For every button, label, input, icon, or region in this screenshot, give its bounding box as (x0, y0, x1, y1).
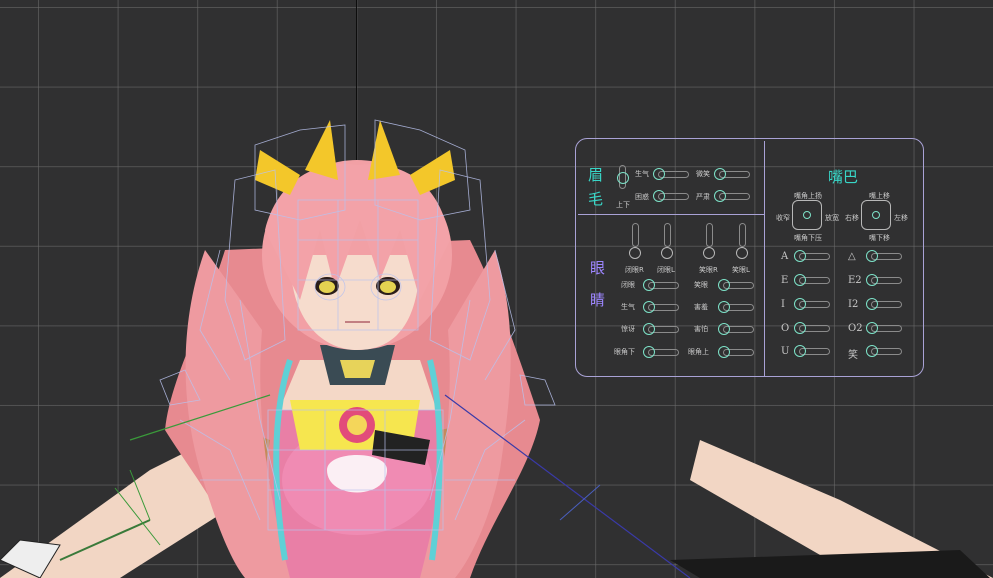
brow-knob-3[interactable] (714, 190, 726, 202)
brow-knob-0[interactable] (653, 168, 665, 180)
mouth-left-label-0: A (781, 251, 789, 262)
mouth-left-knob-2[interactable] (794, 298, 806, 310)
eye-vslider-2[interactable] (706, 223, 713, 247)
mouth-left-knob-4[interactable] (794, 345, 806, 357)
mouth-pad1-left: 收窄 (776, 214, 790, 222)
mouth-right-knob-4[interactable] (866, 345, 878, 357)
eye-left-knob-0[interactable] (643, 279, 655, 291)
mouth-left-label-3: O (781, 323, 790, 334)
mouth-pad2-left: 右移 (845, 214, 859, 222)
eye-vlabel-0: 闭眼R (625, 266, 644, 274)
mouth-right-knob-1[interactable] (866, 274, 878, 286)
eye-vslider-3[interactable] (739, 223, 746, 247)
mouth-right-knob-0[interactable] (866, 250, 878, 262)
brow-knob-2[interactable] (714, 168, 726, 180)
eye-vlabel-2: 笑眼R (699, 266, 718, 274)
brow-updown-knob[interactable] (617, 172, 629, 184)
mouth-title: 嘴巴 (828, 168, 859, 186)
mouth-right-knob-3[interactable] (866, 322, 878, 334)
mouth-pad2-right: 左移 (894, 214, 908, 222)
eye-title-2: 睛 (590, 291, 606, 309)
eye-vlabel-1: 闭眼L (657, 266, 675, 274)
eye-left-label-0: 闭眼 (621, 281, 635, 289)
eye-vslider-0[interactable] (632, 223, 639, 247)
eye-right-label-1: 害羞 (694, 303, 708, 311)
eye-vknob-0[interactable] (629, 247, 641, 259)
eye-vslider-1[interactable] (664, 223, 671, 247)
mouth-left-knob-3[interactable] (794, 322, 806, 334)
mouth-pad1-knob[interactable] (803, 211, 811, 219)
eye-right-label-0: 笑眼 (694, 281, 708, 289)
mouth-left-knob-1[interactable] (794, 274, 806, 286)
eye-right-label-2: 害怕 (694, 325, 708, 333)
mouth-left-label-2: I (781, 299, 785, 310)
eye-right-knob-0[interactable] (718, 279, 730, 291)
3d-viewport[interactable]: 眉 毛 上下 生气 困惑 微笑 严肃 眼 睛 闭眼R 闭眼L 笑眼R 笑眼L 闭… (0, 0, 993, 578)
mouth-left-label-1: E (781, 275, 789, 286)
eye-right-label-3: 眼角上 (688, 348, 709, 356)
mouth-pad2-bottom: 嘴下移 (869, 234, 890, 242)
mouth-right-label-3: O2 (848, 323, 863, 334)
mouth-pad1-bottom: 嘴角下压 (794, 234, 822, 242)
eye-left-label-2: 惊讶 (621, 325, 635, 333)
eye-vlabel-3: 笑眼L (732, 266, 750, 274)
eye-right-knob-1[interactable] (718, 301, 730, 313)
brow-label-2: 微笑 (696, 170, 710, 178)
mouth-pad2-knob[interactable] (872, 211, 880, 219)
eye-vknob-1[interactable] (661, 247, 673, 259)
mouth-left-label-4: U (781, 346, 790, 357)
eye-right-knob-3[interactable] (718, 346, 730, 358)
facial-rig-control-panel: 眉 毛 上下 生气 困惑 微笑 严肃 眼 睛 闭眼R 闭眼L 笑眼R 笑眼L 闭… (575, 138, 924, 377)
mouth-pad1-right: 放宽 (825, 214, 839, 222)
eye-left-knob-2[interactable] (643, 323, 655, 335)
mouth-right-label-4: 笑 (848, 350, 858, 361)
eye-left-knob-3[interactable] (643, 346, 655, 358)
mouth-right-label-0: △ (848, 251, 856, 262)
brow-title-1: 眉 (588, 166, 604, 184)
mouth-right-label-2: I2 (848, 299, 859, 310)
eye-vknob-3[interactable] (736, 247, 748, 259)
eye-right-knob-2[interactable] (718, 323, 730, 335)
eye-left-label-1: 生气 (621, 303, 635, 311)
mouth-right-knob-2[interactable] (866, 298, 878, 310)
brow-label-3: 严肃 (696, 193, 710, 201)
mouth-left-knob-0[interactable] (794, 250, 806, 262)
eye-left-label-3: 眼角下 (614, 348, 635, 356)
brow-label-0: 生气 (635, 170, 649, 178)
panel-divider-vertical (764, 141, 765, 376)
eye-title-1: 眼 (590, 259, 606, 277)
eye-left-knob-1[interactable] (643, 301, 655, 313)
panel-divider-horizontal (578, 214, 764, 215)
mouth-right-label-1: E2 (848, 275, 862, 286)
brow-updown-label: 上下 (616, 201, 630, 209)
brow-label-1: 困惑 (635, 193, 649, 201)
brow-knob-1[interactable] (653, 190, 665, 202)
brow-title-2: 毛 (588, 190, 604, 208)
eye-vknob-2[interactable] (703, 247, 715, 259)
